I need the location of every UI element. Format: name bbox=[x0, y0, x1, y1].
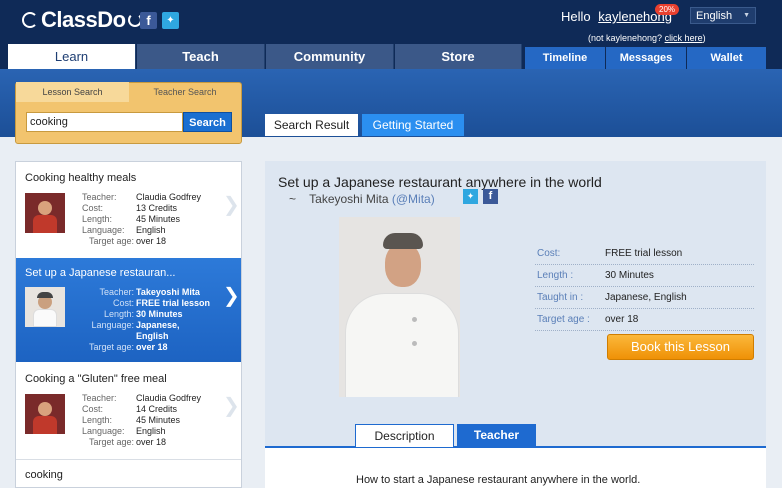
teacher-photo bbox=[339, 217, 460, 397]
teacher-handle[interactable]: (@Mita) bbox=[392, 192, 435, 206]
not-user-suffix: ) bbox=[702, 33, 706, 43]
language-select[interactable]: English ▼ bbox=[690, 7, 756, 24]
list-item[interactable]: Set up a Japanese restauran... Teacher: T… bbox=[16, 258, 241, 362]
lesson-title: Cooking a "Gluten" free meal bbox=[25, 373, 167, 385]
list-item[interactable]: cooking bbox=[16, 460, 241, 487]
lesson-meta: Teacher: Takeyoshi Mita Cost: FREE trial l… bbox=[88, 287, 211, 352]
lesson-details: Cost: FREE trial lesson Length :30 Minute… bbox=[535, 243, 754, 331]
lesson-title: Set up a Japanese restauran... bbox=[25, 267, 176, 279]
teacher-avatar bbox=[25, 193, 65, 233]
lesson-title: Cooking healthy meals bbox=[25, 172, 137, 184]
tab-getting-started[interactable]: Getting Started bbox=[362, 114, 464, 136]
chevron-down-icon: ▼ bbox=[743, 12, 750, 19]
lesson-title: cooking bbox=[25, 469, 63, 481]
book-lesson-button[interactable]: Book this Lesson bbox=[607, 334, 754, 360]
lesson-detail-title: Set up a Japanese restaurant anywhere in… bbox=[278, 174, 602, 190]
language-value: English bbox=[696, 10, 733, 22]
detail-row-length: Length :30 Minutes bbox=[535, 265, 754, 287]
list-item[interactable]: Cooking a "Gluten" free meal Teacher: Cla… bbox=[16, 362, 241, 459]
teacher-avatar bbox=[25, 287, 65, 327]
tab-teacher[interactable]: Teacher bbox=[457, 424, 536, 447]
lesson-meta: Teacher: Claudia Godfrey Cost: 13 Credits … bbox=[82, 192, 202, 246]
subtab-timeline[interactable]: Timeline bbox=[525, 47, 605, 69]
notification-badge: 20% bbox=[655, 4, 680, 15]
teacher-avatar bbox=[25, 394, 65, 434]
classdo-logo[interactable]: ClassDo bbox=[22, 7, 142, 33]
facebook-icon[interactable]: f bbox=[483, 189, 498, 204]
teacher-line: ~ Takeyoshi Mita (@Mita) bbox=[289, 192, 435, 206]
detail-row-target: Target age : over 18 bbox=[535, 309, 754, 331]
logo-text: ClassDo bbox=[41, 7, 126, 32]
tab-store[interactable]: Store bbox=[395, 44, 522, 69]
chevron-right-icon: ❯ bbox=[223, 285, 240, 307]
chevron-right-icon: ❯ bbox=[223, 194, 240, 216]
description-text: How to start a Japanese restaurant anywh… bbox=[356, 474, 641, 486]
teacher-name[interactable]: Takeyoshi Mita bbox=[309, 192, 388, 206]
teacher-prefix: ~ bbox=[289, 192, 297, 206]
tab-teacher-search[interactable]: Teacher Search bbox=[129, 82, 241, 102]
search-button[interactable]: Search bbox=[183, 112, 232, 132]
lesson-list: Cooking healthy meals Teacher: Claudia Go… bbox=[15, 161, 242, 488]
facebook-icon[interactable]: f bbox=[140, 12, 157, 29]
chevron-right-icon: ❯ bbox=[223, 395, 240, 417]
tab-lesson-search[interactable]: Lesson Search bbox=[16, 82, 129, 102]
tab-community[interactable]: Community bbox=[266, 44, 394, 69]
logo-mark-icon bbox=[22, 12, 38, 28]
tab-learn[interactable]: Learn bbox=[8, 44, 136, 69]
detail-row-language: Taught in : Japanese, English bbox=[535, 287, 754, 309]
not-user-note: (not kaylenehong? click here) bbox=[588, 33, 706, 43]
twitter-icon[interactable]: ✦ bbox=[162, 12, 179, 29]
tab-teach[interactable]: Teach bbox=[137, 44, 265, 69]
subtab-wallet[interactable]: Wallet bbox=[687, 47, 766, 69]
greeting-label: Hello bbox=[561, 9, 591, 24]
tab-description[interactable]: Description bbox=[355, 424, 454, 447]
not-user-prefix: (not kaylenehong? bbox=[588, 33, 665, 43]
list-item[interactable]: Cooking healthy meals Teacher: Claudia Go… bbox=[16, 162, 241, 258]
click-here-link[interactable]: click here bbox=[665, 33, 703, 43]
lesson-meta: Teacher: Claudia Godfrey Cost: 14 Credits … bbox=[82, 393, 202, 447]
subtab-messages[interactable]: Messages bbox=[606, 47, 686, 69]
search-input[interactable] bbox=[26, 112, 183, 132]
twitter-icon[interactable]: ✦ bbox=[463, 189, 478, 204]
tab-search-result[interactable]: Search Result bbox=[265, 114, 358, 136]
detail-row-cost: Cost: FREE trial lesson bbox=[535, 243, 754, 265]
